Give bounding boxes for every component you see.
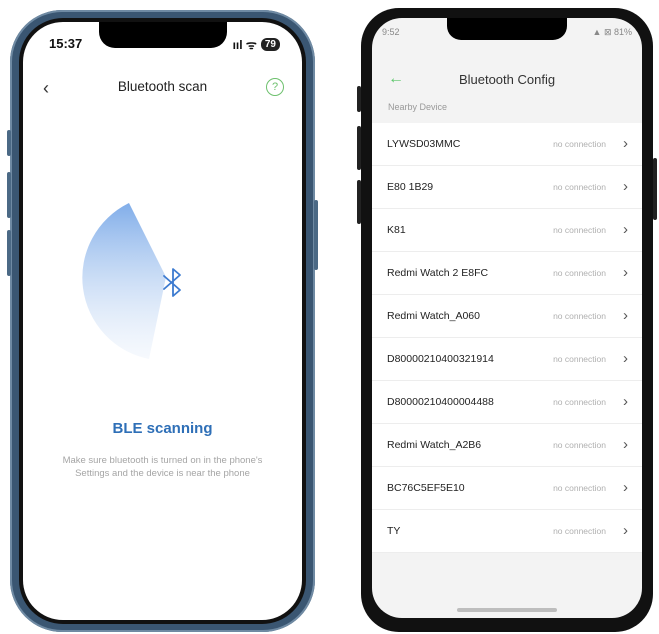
device-name: D80000210400321914 (387, 353, 494, 365)
device-list: LYWSD03MMC no connection › E80 1B29 no conne… (372, 123, 642, 553)
right-phone-frame: 9:52 ▲ ⊠ 81% ← Bluetooth Config Nearby D… (357, 8, 657, 632)
side-button (357, 86, 361, 112)
chevron-right-icon: › (623, 264, 628, 281)
device-row[interactable]: Redmi Watch_A2B6 no connection › (372, 424, 642, 467)
radar-animation (82, 203, 181, 359)
hint-line-1: Make sure bluetooth is turned on in the … (62, 455, 263, 466)
status-time: 9:52 (382, 27, 400, 37)
device-row[interactable]: D80000210400004488 no connection › (372, 381, 642, 424)
connection-status: no connection (553, 268, 606, 278)
device-name: Redmi Watch_A060 (387, 310, 480, 322)
left-phone-frame: 15:37 ııl ᯤ 79 ‹ Bluetooth scan ? BLE sc… (7, 10, 318, 632)
device-name: LYWSD03MMC (387, 138, 461, 150)
connection-status: no connection (553, 139, 606, 149)
chevron-right-icon: › (623, 307, 628, 324)
connection-status: no connection (553, 526, 606, 536)
chevron-right-icon: › (623, 178, 628, 195)
device-row[interactable]: K81 no connection › (372, 209, 642, 252)
connection-status: no connection (553, 182, 606, 192)
bluetooth-config-screen: 9:52 ▲ ⊠ 81% ← Bluetooth Config Nearby D… (372, 18, 642, 618)
scanning-status: BLE scanning (112, 420, 213, 437)
volume-down-button (7, 230, 11, 276)
mute-switch (7, 130, 11, 156)
device-row[interactable]: Redmi Watch_A060 no connection › (372, 295, 642, 338)
device-name: K81 (387, 224, 406, 236)
power-button (653, 158, 657, 220)
home-indicator[interactable] (457, 608, 557, 612)
hint-line-2: Settings and the device is near the phon… (75, 468, 250, 479)
radar-sweep (82, 203, 166, 359)
connection-status: no connection (553, 311, 606, 321)
volume-up-button (7, 172, 11, 218)
device-row[interactable]: TY no connection › (372, 510, 642, 553)
chevron-right-icon: › (623, 221, 628, 238)
chevron-right-icon: › (623, 350, 628, 367)
page-title: Bluetooth Config (458, 72, 556, 87)
connection-status: no connection (553, 225, 606, 235)
device-name: E80 1B29 (387, 181, 434, 193)
status-icons: ▲ ⊠ 81% (592, 27, 632, 37)
bluetooth-scan-screen: 15:37 ııl ᯤ 79 ‹ Bluetooth scan ? BLE sc… (23, 22, 302, 620)
connection-status: no connection (553, 440, 606, 450)
device-name: Redmi Watch 2 E8FC (387, 267, 489, 279)
device-row[interactable]: BC76C5EF5E10 no connection › (372, 467, 642, 510)
left-phone-screen: 15:37 ııl ᯤ 79 ‹ Bluetooth scan ? BLE sc… (19, 18, 306, 624)
connection-status: no connection (553, 397, 606, 407)
device-row[interactable]: D80000210400321914 no connection › (372, 338, 642, 381)
bluetooth-icon (163, 268, 181, 297)
device-row[interactable]: E80 1B29 no connection › (372, 166, 642, 209)
connection-status: no connection (553, 483, 606, 493)
scan-hint: Make sure bluetooth is turned on in the … (43, 454, 282, 480)
navigation-bar: ← Bluetooth Config (372, 70, 642, 94)
device-name: D80000210400004488 (387, 396, 494, 408)
chevron-right-icon: › (623, 135, 628, 152)
device-name: TY (387, 525, 401, 537)
chevron-right-icon: › (623, 522, 628, 539)
section-label: Nearby Device (388, 102, 448, 112)
device-name: BC76C5EF5E10 (387, 482, 465, 494)
status-bar: 9:52 ▲ ⊠ 81% (382, 27, 632, 41)
device-row[interactable]: LYWSD03MMC no connection › (372, 123, 642, 166)
chevron-right-icon: › (623, 436, 628, 453)
device-name: Redmi Watch_A2B6 (387, 439, 482, 451)
volume-down-button (357, 180, 361, 224)
connection-status: no connection (553, 354, 606, 364)
device-row[interactable]: Redmi Watch 2 E8FC no connection › (372, 252, 642, 295)
volume-up-button (357, 126, 361, 170)
power-button (314, 200, 318, 270)
chevron-right-icon: › (623, 393, 628, 410)
chevron-right-icon: › (623, 479, 628, 496)
